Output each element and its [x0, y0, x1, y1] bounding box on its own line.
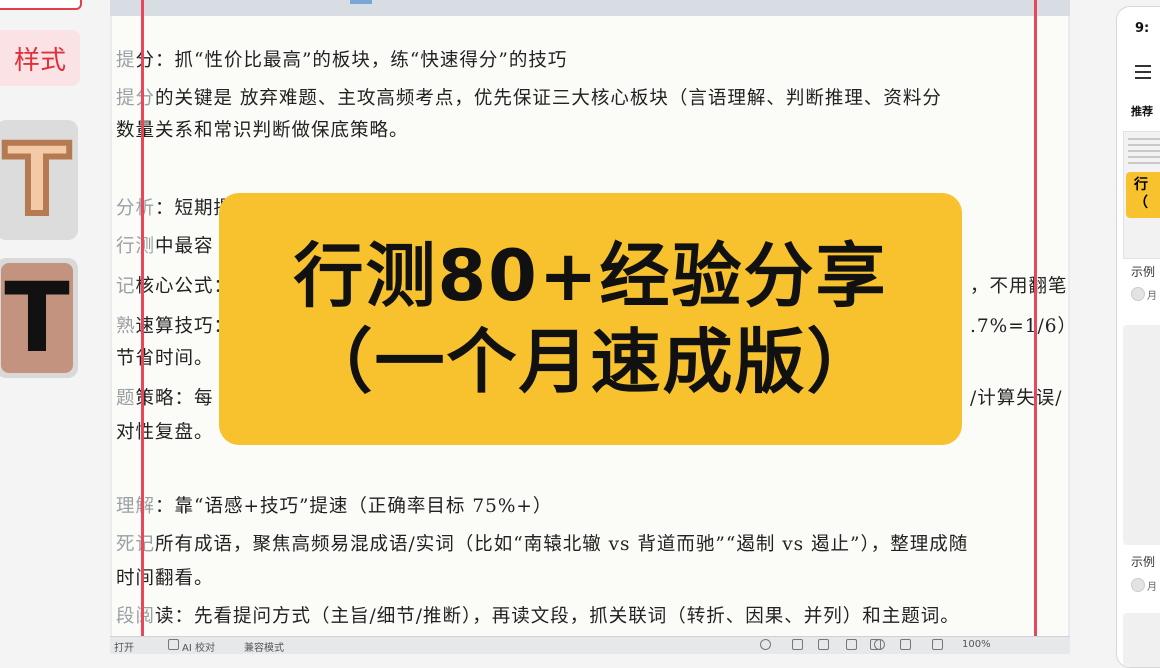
- video-caption[interactable]: 示例: [1131, 263, 1155, 280]
- thumbnail-banner-text: 行: [1134, 177, 1148, 193]
- document-status-bar: 打开 AI 校对 兼容模式 100%: [110, 636, 1070, 654]
- document-line-prefix: 题: [116, 388, 136, 409]
- crop-guide-right[interactable]: [1034, 0, 1037, 653]
- document-line-text: 时间翻看。: [116, 568, 214, 589]
- ruler-bar: [110, 0, 1070, 16]
- document-line: 分析：短期提: [116, 194, 233, 220]
- text-style-glyph: T: [1, 124, 73, 236]
- document-line: 题策略：每: [116, 384, 214, 410]
- avatar: [1131, 578, 1145, 592]
- tab-recommend[interactable]: 推荐: [1131, 103, 1153, 119]
- document-line: 对性复盘。: [116, 418, 214, 444]
- document-line-prefix: 熟: [116, 316, 136, 337]
- zoom-level[interactable]: 100%: [962, 639, 991, 650]
- document-line-prefix: 理解: [116, 496, 156, 517]
- document-line-tail: ，不用翻笔: [970, 276, 1068, 297]
- eye-icon[interactable]: [760, 639, 771, 650]
- menu-icon[interactable]: [1135, 65, 1151, 83]
- avatar: [1131, 287, 1145, 301]
- mobile-preview-panel: 9: 推荐 行 （ 示例 月 示例 月: [1080, 0, 1160, 668]
- document-line-text: 节省时间。: [116, 348, 214, 369]
- document-line: 节省时间。: [116, 344, 214, 370]
- text-style-glyph: T: [4, 262, 70, 374]
- open-button[interactable]: 打开: [114, 639, 134, 654]
- document-line-text: 对性复盘。: [116, 422, 214, 443]
- document-line-text: ：靠“语感+技巧”提速（正确率目标 75%+）: [155, 496, 553, 517]
- page-view-icon[interactable]: [792, 639, 803, 650]
- ai-check-button[interactable]: AI 校对: [182, 639, 215, 654]
- document-line-prefix: 分析: [116, 198, 156, 219]
- author-name: 月: [1147, 291, 1157, 302]
- document-line-text: 策略：每: [135, 388, 214, 409]
- fit-icon[interactable]: [932, 639, 943, 650]
- document-line: 时间翻看。: [116, 564, 214, 590]
- document-line: 熟速算技巧：: [116, 312, 233, 338]
- document-line-text: 中最容: [155, 236, 214, 257]
- document-line-text: 的关键是 放弃难题、主攻高频考点，优先保证三大核心板块（言语理解、判断推理、资料…: [155, 88, 942, 109]
- document-line: 行测中最容: [116, 232, 214, 258]
- document-line-text: 分：抓“性价比最高”的板块，练“快速得分”的技巧: [135, 50, 568, 71]
- document-line-prefix: 段阅: [116, 606, 156, 627]
- banner-subtitle: （一个月速成版）: [302, 321, 879, 403]
- text-style-tile-solid[interactable]: T: [0, 258, 78, 378]
- author-name: 月: [1147, 582, 1157, 593]
- document-line-prefix: 死记: [116, 534, 156, 555]
- document-line-prefix: 提分: [116, 88, 156, 109]
- web-view-icon[interactable]: [874, 639, 885, 650]
- video-thumbnail[interactable]: 行 （: [1123, 131, 1160, 259]
- thumbnail-banner: 行 （: [1126, 172, 1160, 218]
- document-line: 提分的关键是 放弃难题、主攻高频考点，优先保证三大核心板块（言语理解、判断推理、…: [116, 84, 942, 110]
- compat-mode-label: 兼容模式: [244, 643, 284, 654]
- style-tab[interactable]: 样式: [0, 30, 80, 86]
- document-line-tail: .7%=1/6），: [970, 316, 1068, 337]
- document-line-tail: /计算失误/: [970, 388, 1063, 409]
- document-line: 段阅读：先看提问方式（主旨/细节/推断），再读文段，抓关联词（转折、因果、并列）…: [116, 602, 960, 628]
- ai-check-icon: [168, 639, 179, 650]
- document-line: 理解：靠“语感+技巧”提速（正确率目标 75%+）: [116, 492, 552, 518]
- crop-guide-left[interactable]: [141, 0, 144, 653]
- outline-view-icon[interactable]: [818, 639, 829, 650]
- selected-item-frame[interactable]: [0, 0, 82, 10]
- document-line-prefix: 提: [116, 50, 136, 71]
- document-line: 数量关系和常识判断做保底策略。: [116, 116, 409, 142]
- text-style-tile-inner: T: [1, 263, 73, 373]
- document-line-prefix: 记: [116, 276, 136, 297]
- document-line-text: 读：先看提问方式（主旨/细节/推断），再读文段，抓关联词（转折、因果、并列）和主…: [155, 606, 960, 627]
- play-icon[interactable]: [846, 639, 857, 650]
- banner-title: 行测80+经验分享: [293, 235, 888, 317]
- document-line-text: 数量关系和常识判断做保底策略。: [116, 120, 409, 141]
- pen-icon[interactable]: [900, 639, 911, 650]
- left-style-panel: 样式 T T: [0, 0, 96, 653]
- document-line-text: 所有成语，聚焦高频易混成语/实词（比如“南辕北辙 vs 背道而驰”“遏制 vs …: [155, 534, 969, 555]
- text-style-tile-outlined[interactable]: T: [0, 120, 78, 240]
- document-line: 记核心公式：: [116, 272, 233, 298]
- video-card-placeholder[interactable]: [1123, 325, 1160, 545]
- video-caption[interactable]: 示例: [1131, 553, 1155, 570]
- document-line-prefix: 行测: [116, 236, 156, 257]
- status-time: 9:: [1135, 21, 1150, 36]
- video-card-placeholder[interactable]: [1123, 613, 1160, 667]
- document-line: 死记所有成语，聚焦高频易混成语/实词（比如“南辕北辙 vs 背道而驰”“遏制 v…: [116, 530, 968, 556]
- thumbnail-text-lines: [1128, 138, 1160, 168]
- phone-frame: 9: 推荐 行 （ 示例 月 示例 月: [1116, 6, 1160, 668]
- thumbnail-banner-text: （: [1134, 195, 1148, 211]
- title-banner[interactable]: 行测80+经验分享 （一个月速成版）: [219, 193, 962, 445]
- ruler-marker: [350, 0, 372, 4]
- document-line: 提分：抓“性价比最高”的板块，练“快速得分”的技巧: [116, 46, 567, 72]
